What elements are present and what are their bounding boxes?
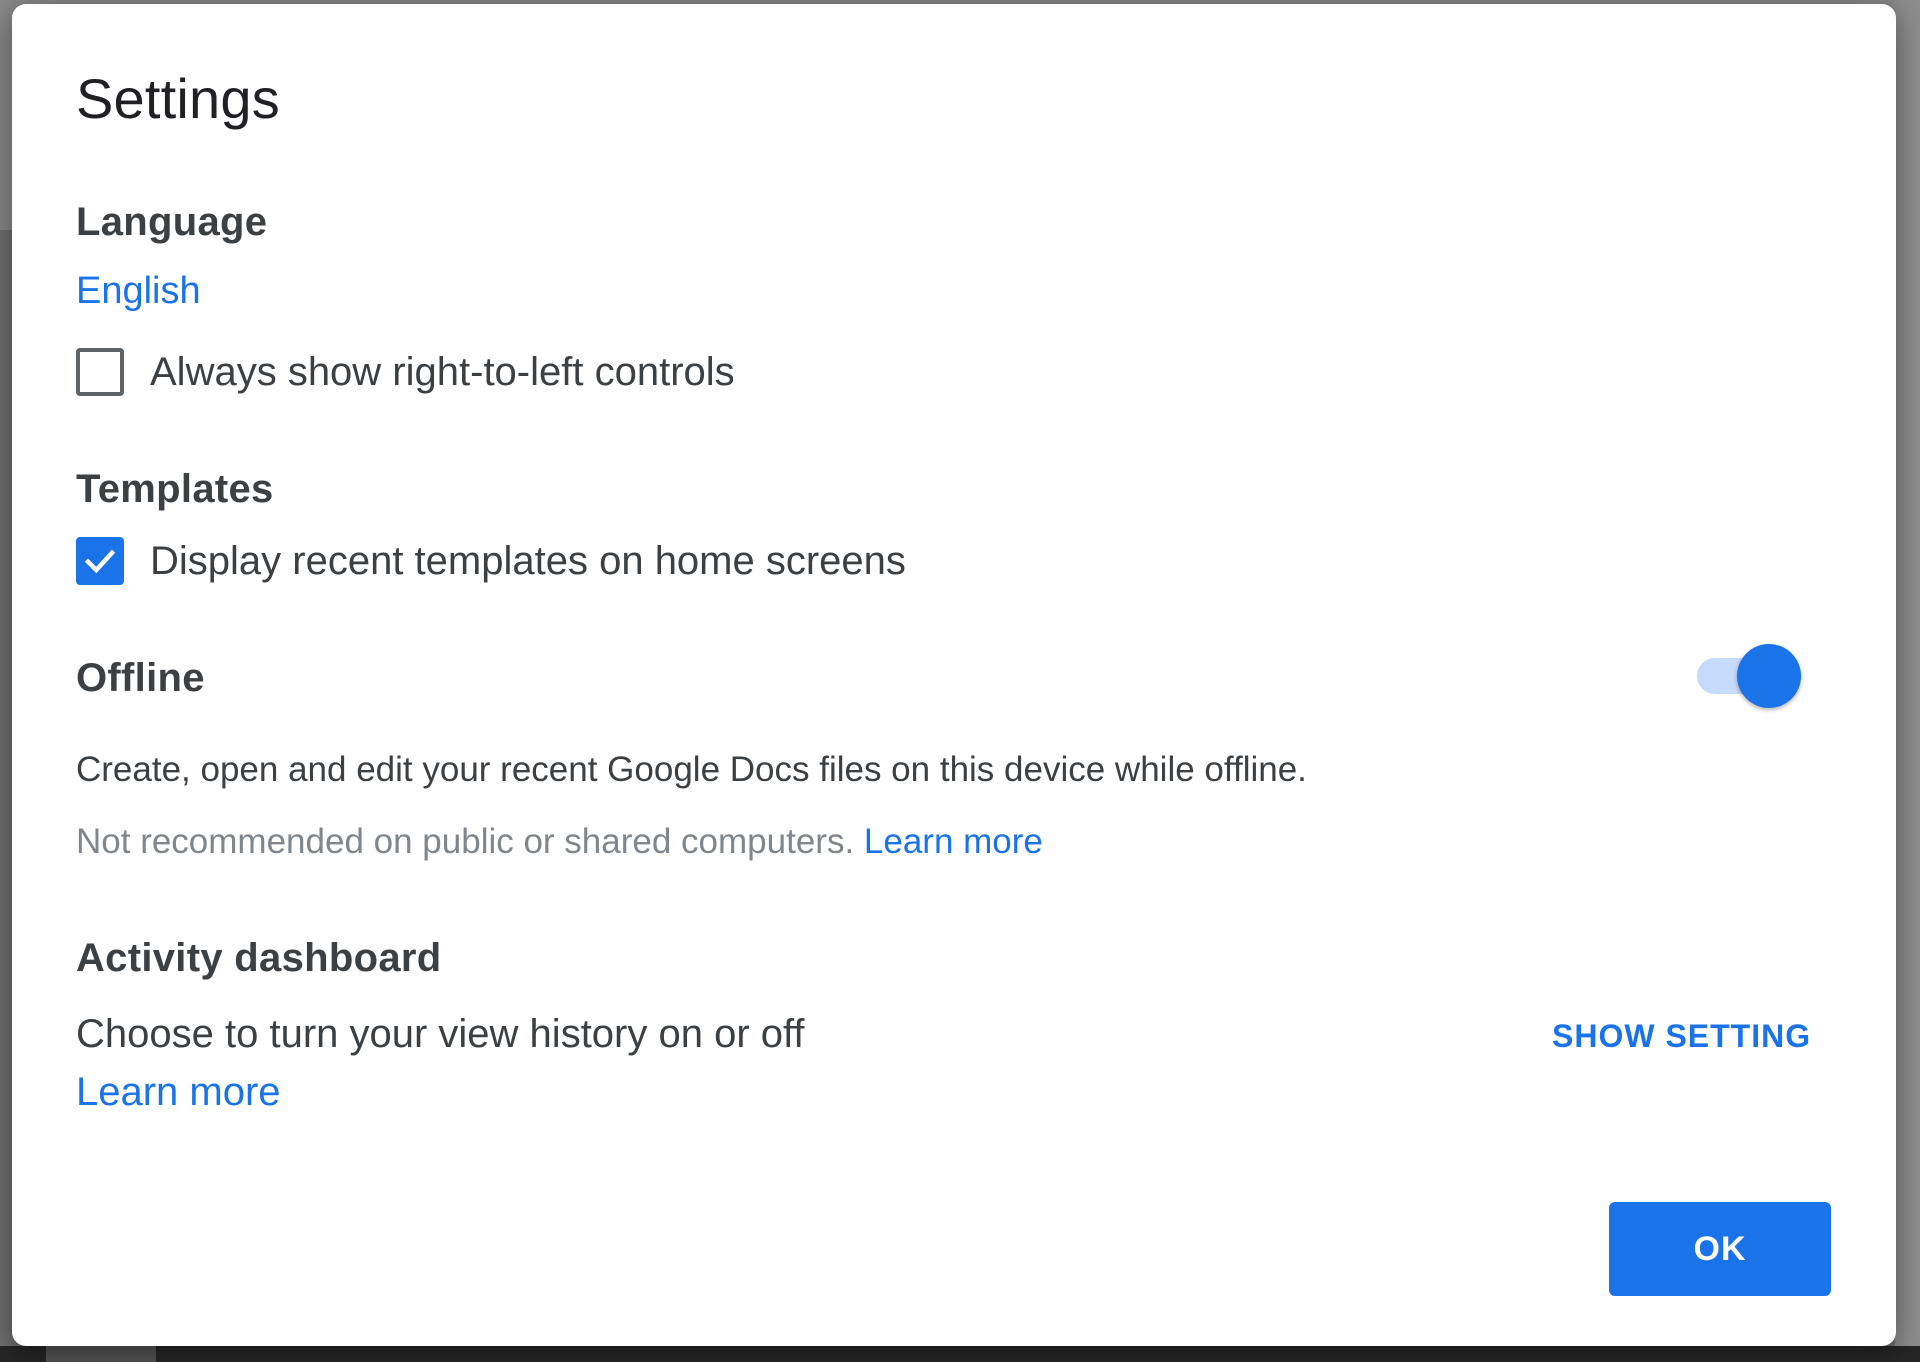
rtl-controls-option[interactable]: Always show right-to-left controls	[76, 348, 735, 396]
ok-button[interactable]: OK	[1609, 1202, 1831, 1296]
language-heading: Language	[76, 200, 268, 244]
show-setting-button[interactable]: SHOW SETTING	[1552, 1018, 1811, 1055]
offline-toggle[interactable]	[1687, 641, 1807, 711]
activity-description: Choose to turn your view history on or o…	[76, 1012, 805, 1056]
offline-warning: Not recommended on public or shared comp…	[76, 822, 855, 861]
activity-learn-more-link[interactable]: Learn more	[76, 1070, 281, 1115]
offline-toggle-thumb	[1737, 644, 1801, 708]
templates-heading: Templates	[76, 467, 274, 511]
language-link[interactable]: English	[76, 270, 201, 313]
offline-heading: Offline	[76, 656, 205, 700]
recent-templates-checkbox[interactable]	[76, 537, 124, 585]
offline-warning-line: Not recommended on public or shared comp…	[76, 822, 1043, 862]
dialog-title: Settings	[76, 67, 280, 130]
activity-heading: Activity dashboard	[76, 936, 442, 980]
recent-templates-option[interactable]: Display recent templates on home screens	[76, 537, 906, 585]
rtl-controls-label: Always show right-to-left controls	[150, 349, 735, 394]
rtl-controls-checkbox[interactable]	[76, 348, 124, 396]
background-bottom-segment	[46, 1346, 156, 1362]
settings-dialog: Settings Language English Always show ri…	[12, 4, 1896, 1346]
offline-description: Create, open and edit your recent Google…	[76, 750, 1307, 789]
offline-learn-more-link[interactable]: Learn more	[864, 822, 1043, 861]
recent-templates-label: Display recent templates on home screens	[150, 538, 906, 583]
check-icon	[84, 549, 116, 574]
background-right-strip	[1895, 0, 1920, 1362]
background-bottom-bar	[0, 1346, 1920, 1362]
